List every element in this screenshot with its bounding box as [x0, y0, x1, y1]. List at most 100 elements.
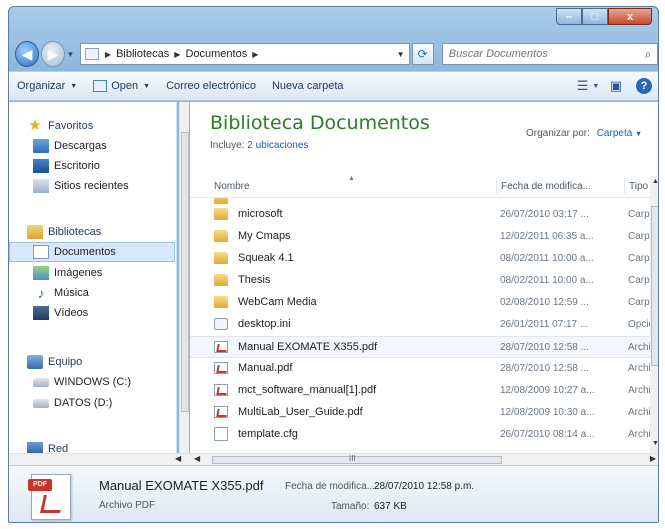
- recent-pages-dropdown[interactable]: ▼: [65, 50, 76, 59]
- nav-videos[interactable]: Vídeos: [9, 303, 176, 323]
- nav-computer[interactable]: Equipo: [9, 352, 176, 372]
- file-list-scrollbar[interactable]: ▲ ▼: [650, 176, 658, 453]
- breadcrumb-bibliotecas[interactable]: Bibliotecas: [116, 48, 169, 60]
- scroll-left-icon[interactable]: ◀: [194, 454, 200, 463]
- back-button[interactable]: ◀: [15, 41, 39, 67]
- file-name[interactable]: mct_software_manual[1].pdf: [238, 384, 376, 396]
- file-list-hscrollbar[interactable]: ◀ III ▶: [190, 453, 658, 465]
- title-bar[interactable]: – □ x: [9, 7, 658, 37]
- file-name[interactable]: WebCam Media: [238, 296, 317, 308]
- sort-ascending-icon: ▲: [348, 175, 355, 182]
- includes-locations-link[interactable]: 2 ubicaciones: [247, 140, 308, 151]
- table-row[interactable]: Squeak 4.1 08/02/2011 10:00 a... Carpe: [190, 248, 650, 270]
- pdf-icon: [214, 406, 228, 418]
- column-header-type[interactable]: Tipo: [624, 178, 648, 194]
- arrange-value: Carpeta: [596, 128, 633, 139]
- minimize-button[interactable]: –: [556, 8, 582, 25]
- file-name[interactable]: Manual.pdf: [238, 362, 292, 374]
- refresh-button[interactable]: ⟳: [411, 43, 434, 65]
- column-header-date[interactable]: Fecha de modifica...: [496, 178, 591, 194]
- file-name[interactable]: microsoft: [238, 208, 283, 220]
- file-name[interactable]: MultiLab_User_Guide.pdf: [238, 406, 363, 418]
- breadcrumb-documentos[interactable]: Documentos: [185, 48, 247, 60]
- file-name[interactable]: My Cmaps: [238, 230, 291, 242]
- scroll-left-icon[interactable]: ◀: [175, 454, 181, 463]
- table-row[interactable]: MultiLab_User_Guide.pdf 12/08/2009 10:30 …: [190, 402, 650, 424]
- forward-button[interactable]: ▶: [40, 41, 65, 67]
- nav-favorites[interactable]: ★ Favoritos: [9, 116, 176, 136]
- table-row[interactable]: microsoft 26/07/2010 03:17 ... Carpe: [190, 204, 650, 226]
- nav-desktop[interactable]: Escritorio: [9, 156, 176, 176]
- arrange-by-dropdown[interactable]: Carpeta ▼: [597, 128, 642, 139]
- file-name[interactable]: template.cfg: [238, 428, 298, 440]
- nav-libraries[interactable]: Bibliotecas: [9, 222, 176, 242]
- navigation-hscrollbar[interactable]: ◀: [9, 453, 190, 465]
- open-button[interactable]: Open ▼: [85, 72, 158, 100]
- table-row[interactable]: Manual.pdf 28/07/2010 12:58 ... Archi: [190, 358, 650, 380]
- search-box[interactable]: ⌕: [441, 43, 658, 65]
- search-icon[interactable]: ⌕: [639, 47, 657, 62]
- address-dropdown-icon[interactable]: ▼: [393, 50, 409, 59]
- explorer-window: – □ x ◀ ▶ ▼ ▶ Bibliotecas ▶ Documentos ▶…: [8, 6, 659, 523]
- table-row[interactable]: WebCam Media 02/08/2010 12:59 ... Carpe: [190, 292, 650, 314]
- scroll-thumb[interactable]: [651, 206, 658, 366]
- search-input[interactable]: [442, 48, 639, 60]
- maximize-button[interactable]: □: [582, 8, 608, 25]
- details-file-name: Manual EXOMATE X355.pdf: [99, 478, 264, 493]
- table-row[interactable]: My Cmaps 12/02/2011 06:35 a... Carpe: [190, 226, 650, 248]
- pictures-icon: [33, 266, 49, 280]
- file-name[interactable]: desktop.ini: [238, 318, 291, 330]
- nav-label: Escritorio: [54, 160, 100, 172]
- column-header-name[interactable]: Nombre: [214, 181, 250, 192]
- table-row[interactable]: Manual EXOMATE X355.pdf 28/07/2010 12:58 …: [190, 336, 650, 358]
- nav-recent-places[interactable]: Sitios recientes: [9, 176, 176, 196]
- library-includes: Incluye: 2 ubicaciones: [210, 140, 308, 151]
- file-date: 26/07/2010 03:17 ...: [500, 209, 589, 220]
- nav-label: Equipo: [48, 356, 83, 368]
- scroll-right-icon[interactable]: ▶: [650, 454, 656, 463]
- nav-drive-c[interactable]: WINDOWS (C:): [9, 372, 176, 392]
- chevron-right-icon[interactable]: ▶: [174, 50, 180, 59]
- preview-pane-button[interactable]: ▣: [602, 78, 630, 94]
- file-type: Archi: [628, 385, 650, 396]
- preview-pane-icon: ▣: [609, 78, 623, 93]
- drive-icon: [33, 398, 49, 408]
- nav-images[interactable]: Imágenes: [9, 263, 176, 283]
- table-row[interactable]: template.cfg 26/07/2010 08:14 a... Archi: [190, 424, 650, 446]
- table-row[interactable]: Thesis 08/02/2011 10:00 a... Carpe: [190, 270, 650, 292]
- minimize-icon: –: [565, 10, 573, 23]
- nav-documents[interactable]: Documentos: [9, 242, 175, 262]
- file-type: Carpe: [628, 275, 650, 286]
- new-folder-button[interactable]: Nueva carpeta: [264, 72, 352, 100]
- table-row[interactable]: desktop.ini 26/01/2011 07:17 ... Opcic: [190, 314, 650, 336]
- scroll-down-icon[interactable]: ▼: [652, 440, 658, 447]
- nav-downloads[interactable]: Descargas: [9, 136, 176, 156]
- downloads-folder-icon: [33, 139, 49, 153]
- organize-button[interactable]: Organizar ▼: [9, 72, 85, 100]
- nav-music[interactable]: ♪ Música: [9, 283, 176, 303]
- view-controls: ☰ ▼ ▣ ?: [574, 78, 658, 94]
- file-name[interactable]: Thesis: [238, 274, 270, 286]
- view-options-button[interactable]: ☰ ▼: [574, 78, 602, 94]
- file-date: 08/02/2011 10:00 a...: [500, 275, 594, 286]
- details-date-value[interactable]: 28/07/2010 12:58 p.m.: [374, 481, 474, 492]
- file-name[interactable]: Squeak 4.1: [238, 252, 294, 264]
- table-row[interactable]: mct_software_manual[1].pdf 12/08/2009 10:…: [190, 380, 650, 402]
- close-button[interactable]: x: [608, 8, 652, 25]
- folder-icon: [214, 274, 228, 286]
- desktop-icon: [33, 159, 49, 173]
- chevron-right-icon[interactable]: ▶: [252, 50, 258, 59]
- scroll-up-icon[interactable]: ▲: [652, 178, 658, 185]
- address-field[interactable]: ▶ Bibliotecas ▶ Documentos ▶ ▼: [79, 43, 410, 65]
- scroll-thumb[interactable]: [181, 132, 189, 412]
- nav-drive-d[interactable]: DATOS (D:): [9, 393, 176, 413]
- help-button[interactable]: ?: [630, 78, 658, 94]
- file-date: 26/07/2010 08:14 a...: [500, 429, 595, 440]
- file-name[interactable]: Manual EXOMATE X355.pdf: [238, 341, 377, 353]
- hscroll-thumb[interactable]: III: [212, 454, 502, 464]
- back-arrow-icon: ◀: [21, 45, 33, 62]
- email-button[interactable]: Correo electrónico: [158, 72, 264, 100]
- navigation-scrollbar[interactable]: [179, 102, 189, 453]
- chevron-right-icon[interactable]: ▶: [105, 50, 111, 59]
- file-type: Archi: [628, 363, 650, 374]
